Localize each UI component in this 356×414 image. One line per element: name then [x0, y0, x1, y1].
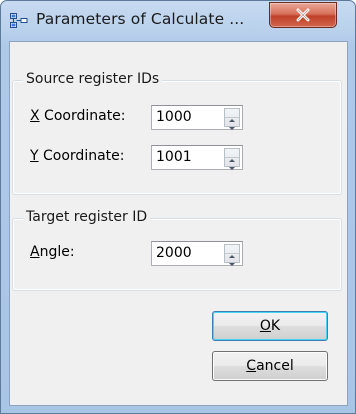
- y-coordinate-label: Y Coordinate:: [30, 148, 125, 164]
- y-spin-up-icon[interactable]: [225, 149, 239, 162]
- x-spin-up-icon[interactable]: [225, 109, 239, 122]
- target-register-group: Target register ID Angle: 2000: [12, 209, 342, 291]
- angle-spinner[interactable]: 2000: [151, 241, 243, 266]
- source-register-group: Source register IDs X Coordinate: 1000 Y…: [12, 71, 342, 195]
- dialog-app-icon: [10, 12, 28, 30]
- y-coordinate-spinner[interactable]: 1001: [151, 145, 243, 170]
- source-group-caption: Source register IDs: [23, 71, 163, 87]
- title-bar[interactable]: Parameters of Calculate ...: [1, 1, 355, 41]
- y-coordinate-value[interactable]: 1001: [156, 149, 192, 165]
- dialog-body: Source register IDs X Coordinate: 1000 Y…: [9, 41, 348, 406]
- angle-label: Angle:: [30, 244, 75, 260]
- angle-spin-up-icon[interactable]: [225, 245, 239, 258]
- y-spin-down-icon[interactable]: [225, 158, 239, 170]
- target-group-caption: Target register ID: [23, 209, 151, 225]
- close-icon: [296, 8, 310, 22]
- dialog-window: Parameters of Calculate ... Source regis…: [0, 0, 356, 414]
- x-spin-arrows[interactable]: [224, 108, 240, 130]
- angle-spin-down-icon[interactable]: [225, 254, 239, 266]
- angle-spin-arrows[interactable]: [224, 244, 240, 266]
- x-coordinate-label: X Coordinate:: [30, 108, 126, 124]
- window-title: Parameters of Calculate ...: [36, 10, 245, 28]
- angle-value[interactable]: 2000: [156, 245, 192, 261]
- close-button[interactable]: [269, 2, 337, 28]
- cancel-button[interactable]: Cancel: [212, 351, 328, 381]
- x-coordinate-spinner[interactable]: 1000: [151, 105, 243, 130]
- ok-button[interactable]: OK: [212, 311, 328, 341]
- y-spin-arrows[interactable]: [224, 148, 240, 170]
- x-coordinate-value[interactable]: 1000: [156, 109, 192, 125]
- x-spin-down-icon[interactable]: [225, 118, 239, 130]
